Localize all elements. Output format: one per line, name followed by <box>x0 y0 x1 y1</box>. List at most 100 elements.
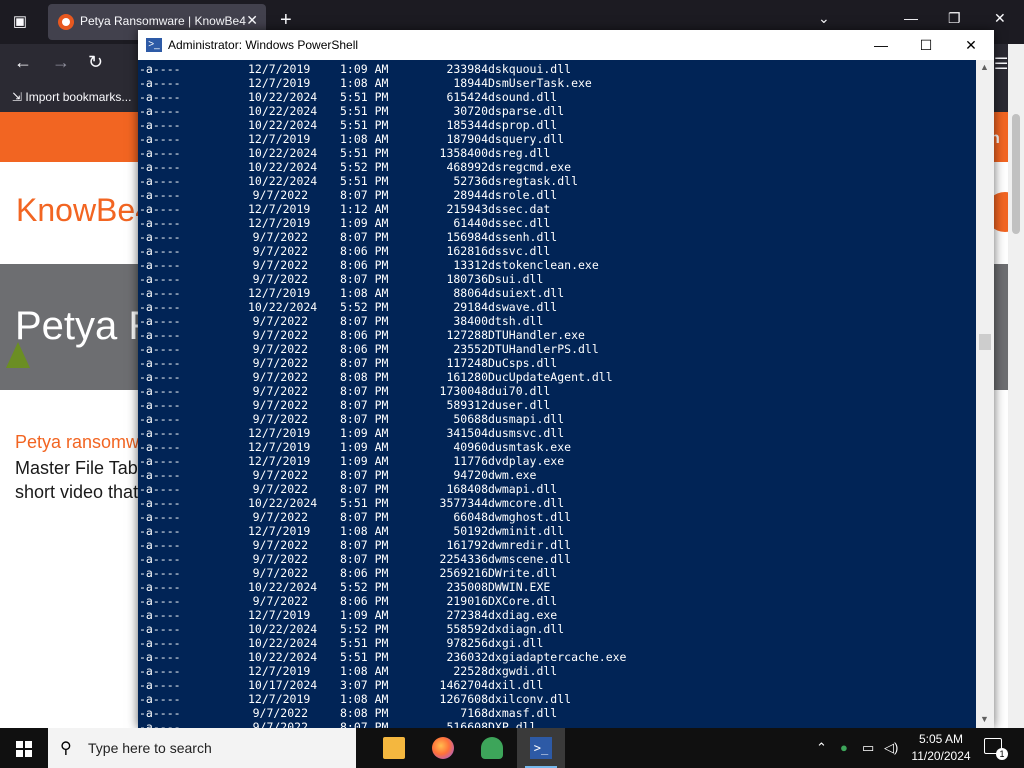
ps-col-time: 5:51 PM <box>340 496 389 510</box>
ps-col-mode: -a---- <box>139 146 181 160</box>
list-all-tabs-icon[interactable]: ⌄ <box>818 10 830 27</box>
ps-col-name: dsound.dll <box>488 90 558 104</box>
taskbar-firefox[interactable] <box>419 728 467 768</box>
ps-col-mode: -a---- <box>139 650 181 664</box>
notification-badge: 1 <box>996 748 1008 760</box>
ps-col-date: 9/7/2022 <box>252 244 308 258</box>
ps-col-size: 1730048 <box>439 384 488 398</box>
search-icon: ⚲ <box>60 740 72 757</box>
scroll-down-icon[interactable]: ▼ <box>980 714 989 724</box>
ps-col-size: 1462704 <box>439 678 488 692</box>
ps-col-time: 8:07 PM <box>340 482 389 496</box>
minimize-icon[interactable]: — <box>904 10 918 26</box>
reload-icon[interactable]: ↻ <box>88 52 103 73</box>
restore-icon[interactable]: ❐ <box>948 10 961 27</box>
ps-col-size: 161280 <box>446 370 488 384</box>
ps-col-size: 66048 <box>453 510 488 524</box>
ps-col-mode: -a---- <box>139 552 181 566</box>
ps-col-size: 29184 <box>453 300 488 314</box>
ps-col-size: 233984 <box>446 62 488 76</box>
volume-icon[interactable]: ◁) <box>884 740 898 756</box>
ps-col-time: 5:51 PM <box>340 650 389 664</box>
import-bookmarks-label: Import bookmarks... <box>25 90 132 104</box>
mascot-icon <box>6 342 30 368</box>
ps-col-time: 5:52 PM <box>340 300 389 314</box>
ps-col-date: 9/7/2022 <box>252 398 308 412</box>
scroll-up-icon[interactable]: ▲ <box>980 62 989 72</box>
ps-col-name: dsrole.dll <box>488 188 558 202</box>
ps-col-date: 10/22/2024 <box>248 496 318 510</box>
import-bookmarks-link[interactable]: ⇲ Import bookmarks... <box>12 90 131 104</box>
clock-date: 11/20/2024 <box>911 749 971 763</box>
page-scrollbar-thumb[interactable] <box>1012 114 1020 234</box>
ps-col-date: 12/7/2019 <box>248 524 311 538</box>
ps-col-size: 11776 <box>453 454 488 468</box>
ps-col-date: 9/7/2022 <box>252 328 308 342</box>
ps-col-size: 516608 <box>446 720 488 728</box>
powershell-window[interactable]: >_ Administrator: Windows PowerShell — ☐… <box>138 30 994 728</box>
powershell-title: Administrator: Windows PowerShell <box>168 38 359 52</box>
ps-minimize-button[interactable]: — <box>866 34 896 56</box>
ps-col-size: 1267608 <box>439 692 488 706</box>
ps-col-size: 978256 <box>446 636 488 650</box>
ps-col-mode: -a---- <box>139 76 181 90</box>
powershell-scrollbar[interactable]: ▲ ▼ <box>976 60 994 728</box>
taskbar-users[interactable] <box>468 728 516 768</box>
knowbe4-favicon-icon <box>58 14 74 30</box>
powershell-taskbar-icon: >_ <box>530 737 552 759</box>
ps-col-name: duser.dll <box>488 398 551 412</box>
ps-col-date: 9/7/2022 <box>252 566 308 580</box>
network-icon[interactable]: ▭ <box>862 740 874 756</box>
ps-col-mode: -a---- <box>139 384 181 398</box>
ps-col-time: 8:07 PM <box>340 510 389 524</box>
ps-col-size: 2569216 <box>439 566 488 580</box>
ps-col-mode: -a---- <box>139 342 181 356</box>
ps-col-date: 12/7/2019 <box>248 216 311 230</box>
ps-col-name: dwmredir.dll <box>488 538 572 552</box>
page-scrollbar[interactable] <box>1008 44 1024 728</box>
ps-col-size: 1358400 <box>439 146 488 160</box>
ps-col-date: 10/22/2024 <box>248 580 318 594</box>
tab-close-icon[interactable]: ✕ <box>246 12 258 29</box>
ps-col-size: 28944 <box>453 188 488 202</box>
clock[interactable]: 5:05 AM 11/20/2024 <box>906 731 976 765</box>
ps-col-time: 8:07 PM <box>340 230 389 244</box>
ps-col-mode: -a---- <box>139 328 181 342</box>
menu-icon[interactable]: ☰ <box>994 54 1008 74</box>
powershell-output[interactable]: -a---- 12/7/2019 1:09 AM 233984 dskquoui.dll… <box>138 60 976 728</box>
ps-col-name: dssvc.dll <box>488 244 551 258</box>
tab-list-icon[interactable]: ▣ <box>8 10 32 34</box>
article-link[interactable]: Petya ransomw <box>15 432 139 453</box>
ps-col-date: 10/17/2024 <box>248 678 318 692</box>
ps-col-time: 8:07 PM <box>340 468 389 482</box>
ps-col-time: 1:08 AM <box>340 286 389 300</box>
taskbar-file-explorer[interactable] <box>370 728 418 768</box>
user-tray-icon[interactable]: ● <box>840 740 848 755</box>
ps-col-date: 9/7/2022 <box>252 510 308 524</box>
back-icon[interactable]: ← <box>14 52 32 73</box>
ps-col-size: 50192 <box>453 524 488 538</box>
ps-col-time: 1:09 AM <box>340 440 389 454</box>
ps-col-size: 187904 <box>446 132 488 146</box>
ps-col-mode: -a---- <box>139 664 181 678</box>
powershell-scrollbar-thumb[interactable] <box>979 334 991 350</box>
ps-col-size: 558592 <box>446 622 488 636</box>
taskbar-search[interactable]: ⚲ Type here to search <box>48 728 356 768</box>
ps-col-date: 9/7/2022 <box>252 356 308 370</box>
ps-close-button[interactable]: ✕ <box>956 34 986 56</box>
powershell-titlebar[interactable]: >_ Administrator: Windows PowerShell — ☐… <box>138 30 994 60</box>
taskbar-powershell[interactable]: >_ <box>517 728 565 768</box>
ps-maximize-button[interactable]: ☐ <box>911 34 941 56</box>
ps-col-time: 8:06 PM <box>340 342 389 356</box>
ps-col-size: 38400 <box>453 314 488 328</box>
forward-icon[interactable]: → <box>52 52 70 73</box>
ps-col-time: 1:09 AM <box>340 454 389 468</box>
start-button[interactable] <box>0 728 48 768</box>
new-tab-icon[interactable]: + <box>280 10 292 30</box>
ps-col-size: 219016 <box>446 594 488 608</box>
site-logo[interactable]: KnowBe4 <box>16 192 153 229</box>
ps-col-name: dxil.dll <box>488 678 544 692</box>
ps-col-time: 8:07 PM <box>340 188 389 202</box>
close-icon[interactable]: ✕ <box>994 10 1006 27</box>
show-hidden-icons-icon[interactable]: ⌃ <box>816 740 827 756</box>
